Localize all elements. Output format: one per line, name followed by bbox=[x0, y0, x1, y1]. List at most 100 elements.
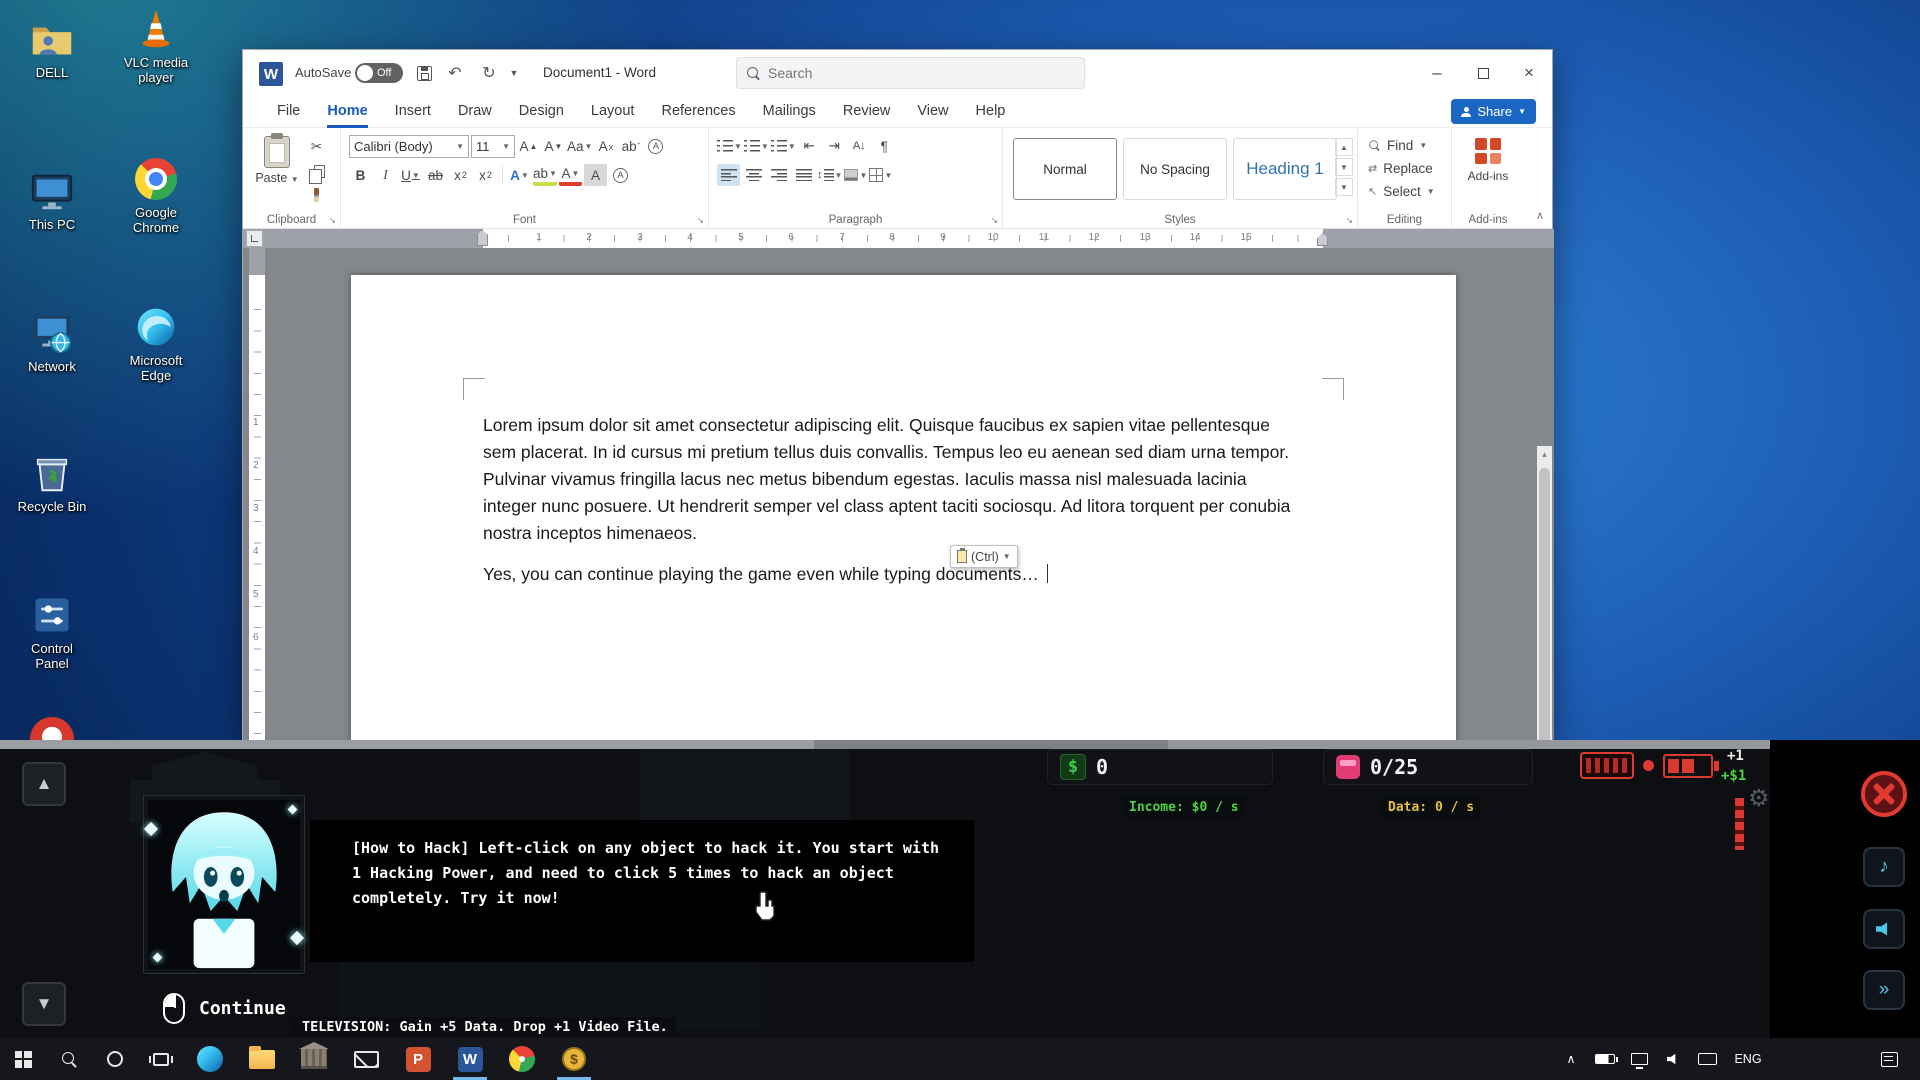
dialog-launcher-icon[interactable]: ↘ bbox=[696, 215, 704, 226]
taskbar-game[interactable]: $ bbox=[548, 1038, 600, 1080]
collapse-ribbon-button[interactable]: ∧ bbox=[1536, 209, 1544, 222]
task-view-button[interactable] bbox=[138, 1038, 184, 1080]
close-button[interactable]: × bbox=[1506, 50, 1552, 96]
change-case-button[interactable]: Aa▼ bbox=[567, 136, 592, 158]
tab-references[interactable]: References bbox=[661, 96, 735, 128]
action-center-button[interactable] bbox=[1872, 1038, 1906, 1080]
copy-button[interactable] bbox=[305, 160, 328, 182]
increase-indent-button[interactable]: ⇥ bbox=[823, 135, 846, 157]
vertical-scrollbar[interactable]: ▲ bbox=[1537, 446, 1552, 740]
taskbar-file-explorer[interactable] bbox=[236, 1038, 288, 1080]
start-button[interactable] bbox=[0, 1038, 46, 1080]
clear-formatting-button[interactable]: Ax bbox=[594, 136, 617, 158]
styles-more-button[interactable]: ▼ bbox=[1335, 178, 1353, 196]
format-painter-button[interactable] bbox=[305, 184, 328, 206]
touch-keyboard-icon[interactable] bbox=[1690, 1038, 1724, 1080]
font-name-combo[interactable]: Calibri (Body)▼ bbox=[349, 135, 469, 158]
show-formatting-button[interactable]: ¶ bbox=[873, 135, 896, 157]
quick-access-dropdown[interactable]: ▼ bbox=[505, 60, 523, 86]
shading-button[interactable]: ▼ bbox=[844, 164, 867, 186]
subscript-button[interactable]: x2 bbox=[449, 164, 472, 186]
grow-font-button[interactable]: A▲ bbox=[517, 136, 540, 158]
battery-tray-icon[interactable] bbox=[1588, 1038, 1622, 1080]
taskbar-edge[interactable] bbox=[184, 1038, 236, 1080]
enclose-character-button[interactable]: A bbox=[609, 164, 632, 186]
italic-button[interactable]: I bbox=[374, 164, 397, 186]
styles-scroll-down[interactable]: ▼ bbox=[1335, 158, 1353, 176]
style-normal[interactable]: Normal bbox=[1013, 138, 1117, 200]
redo-button[interactable]: ↻ bbox=[475, 60, 503, 86]
document-page[interactable]: Lorem ipsum dolor sit amet consectetur a… bbox=[351, 275, 1456, 740]
style-no-spacing[interactable]: No Spacing bbox=[1123, 138, 1227, 200]
select-button[interactable]: ↖Select▼ bbox=[1368, 180, 1435, 203]
save-button[interactable] bbox=[410, 60, 438, 86]
desktop-icon-control-panel[interactable]: Control Panel bbox=[2, 592, 102, 672]
style-heading1[interactable]: Heading 1 bbox=[1233, 138, 1337, 200]
taskbar-chrome[interactable] bbox=[496, 1038, 548, 1080]
tab-insert[interactable]: Insert bbox=[395, 96, 431, 128]
tab-review[interactable]: Review bbox=[843, 96, 891, 128]
line-spacing-button[interactable]: ↕▼ bbox=[817, 164, 842, 186]
text-effects-button[interactable]: A▼ bbox=[508, 164, 531, 186]
scroll-up-arrow[interactable]: ▲ bbox=[1537, 446, 1552, 462]
bold-button[interactable]: B bbox=[349, 164, 372, 186]
paste-button[interactable]: Paste ▼ bbox=[251, 136, 303, 185]
network-tray-icon[interactable] bbox=[1622, 1038, 1656, 1080]
character-shading-button[interactable]: A bbox=[584, 164, 607, 186]
align-right-button[interactable] bbox=[767, 164, 790, 186]
taskbar-word[interactable]: W bbox=[444, 1038, 496, 1080]
tray-expand-button[interactable]: ∧ bbox=[1554, 1038, 1588, 1080]
desktop-icon-chrome[interactable]: Google Chrome bbox=[106, 156, 206, 236]
tab-home[interactable]: Home bbox=[327, 96, 367, 128]
undo-button[interactable]: ↶ bbox=[441, 60, 469, 86]
tab-view[interactable]: View bbox=[917, 96, 948, 128]
decrease-indent-button[interactable]: ⇤ bbox=[798, 135, 821, 157]
multilevel-list-button[interactable]: ▼ bbox=[771, 135, 796, 157]
shrink-font-button[interactable]: A▼ bbox=[542, 136, 565, 158]
highlight-color-button[interactable]: ab▼ bbox=[533, 164, 557, 186]
dialog-launcher-icon[interactable]: ↘ bbox=[1345, 215, 1353, 226]
cut-button[interactable]: ✂ bbox=[305, 136, 328, 158]
battery-icon[interactable] bbox=[1663, 754, 1713, 778]
scroll-up-button[interactable]: ▲ bbox=[22, 762, 66, 806]
align-left-button[interactable] bbox=[717, 164, 740, 186]
superscript-button[interactable]: x2 bbox=[474, 164, 497, 186]
maximize-button[interactable] bbox=[1460, 50, 1506, 96]
music-toggle-button[interactable]: ♪ bbox=[1863, 847, 1905, 887]
tab-mailings[interactable]: Mailings bbox=[763, 96, 816, 128]
horizontal-ruler[interactable]: 1 2 3 4 5 6 7 8 9 10 11 12 13 14 15 bbox=[243, 229, 1554, 248]
autosave-toggle[interactable]: Off bbox=[355, 63, 403, 83]
desktop-icon-network[interactable]: Network bbox=[2, 310, 102, 375]
dialog-launcher-icon[interactable]: ↘ bbox=[990, 215, 998, 226]
tab-help[interactable]: Help bbox=[976, 96, 1006, 128]
styles-scroll-up[interactable]: ▲ bbox=[1335, 138, 1353, 156]
tab-file[interactable]: File bbox=[277, 96, 300, 128]
keyboard-upgrade-icon[interactable] bbox=[1580, 752, 1634, 779]
share-button[interactable]: Share ▼ bbox=[1451, 99, 1536, 124]
taskbar-powerpoint[interactable]: P bbox=[392, 1038, 444, 1080]
phonetic-guide-button[interactable]: ab˘ bbox=[619, 136, 642, 158]
paste-options-button[interactable]: (Ctrl) ▼ bbox=[950, 545, 1018, 568]
sound-toggle-button[interactable] bbox=[1863, 909, 1905, 949]
desktop-icon-edge[interactable]: Microsoft Edge bbox=[106, 304, 206, 384]
tab-design[interactable]: Design bbox=[519, 96, 564, 128]
fast-forward-button[interactable]: » bbox=[1863, 970, 1905, 1010]
close-tutorial-button[interactable] bbox=[1861, 771, 1907, 817]
search-input[interactable] bbox=[768, 65, 1048, 81]
justify-button[interactable] bbox=[792, 164, 815, 186]
vertical-ruler[interactable]: 1 2 3 4 5 6 bbox=[249, 248, 265, 740]
dialog-launcher-icon[interactable]: ↘ bbox=[328, 215, 336, 226]
bullets-button[interactable]: ▼ bbox=[717, 135, 742, 157]
search-box[interactable] bbox=[736, 57, 1085, 89]
taskbar-bank-app[interactable] bbox=[288, 1038, 340, 1080]
addins-button[interactable]: Add-ins bbox=[1452, 138, 1524, 183]
taskbar-search-button[interactable] bbox=[46, 1038, 92, 1080]
taskbar-mail[interactable] bbox=[340, 1038, 392, 1080]
tab-draw[interactable]: Draw bbox=[458, 96, 492, 128]
sort-button[interactable]: A↓ bbox=[848, 135, 871, 157]
enclose-characters-button[interactable]: A bbox=[644, 136, 667, 158]
align-center-button[interactable] bbox=[742, 164, 765, 186]
language-indicator[interactable]: ENG bbox=[1724, 1038, 1772, 1080]
borders-button[interactable]: ▼ bbox=[869, 164, 892, 186]
tab-layout[interactable]: Layout bbox=[591, 96, 635, 128]
